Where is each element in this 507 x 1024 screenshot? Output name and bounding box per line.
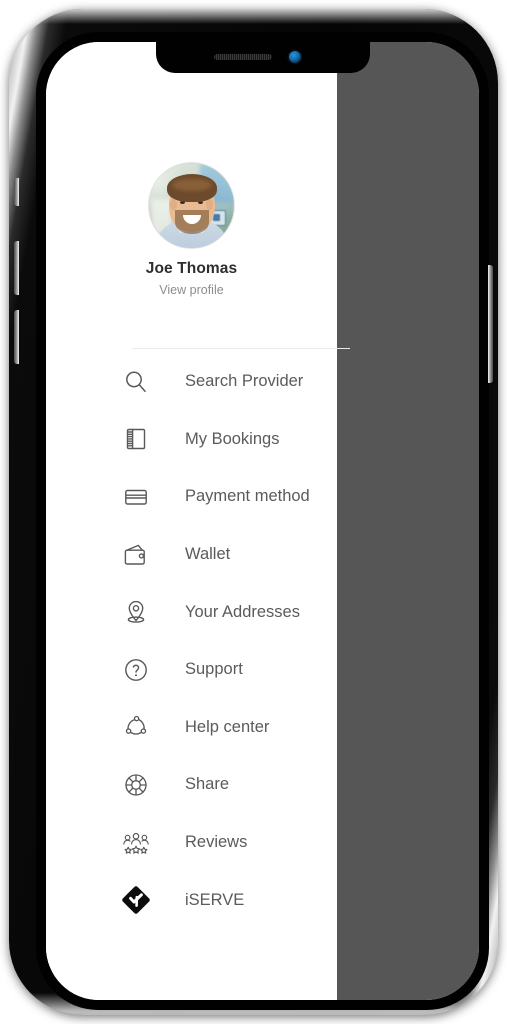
question-circle-icon bbox=[118, 652, 154, 688]
menu-item-label: Search Provider bbox=[185, 372, 304, 391]
drawer-menu: Search Provider My Bookings Payment meth… bbox=[46, 353, 337, 929]
avatar[interactable] bbox=[149, 163, 234, 248]
profile-name: Joe Thomas bbox=[145, 260, 238, 277]
power-button[interactable] bbox=[488, 265, 493, 383]
profile-divider bbox=[132, 348, 350, 349]
menu-item-label: Help center bbox=[185, 717, 270, 736]
menu-item-label: My Bookings bbox=[185, 429, 280, 448]
menu-item-label: Share bbox=[185, 775, 230, 794]
menu-item-label: iSERVE bbox=[185, 890, 245, 909]
menu-item-search-provider[interactable]: Search Provider bbox=[46, 353, 337, 411]
profile-header[interactable]: Joe Thomas View profile bbox=[46, 163, 337, 297]
menu-item-help-center[interactable]: Help center bbox=[46, 699, 337, 757]
menu-item-label: Support bbox=[185, 660, 243, 679]
menu-item-label: Your Addresses bbox=[185, 602, 300, 621]
avatar-photo bbox=[149, 163, 234, 248]
drawer-scrim-overlay[interactable] bbox=[337, 42, 479, 1000]
phone-bezel: Joe Thomas View profile Search Provider … bbox=[36, 32, 489, 1010]
silence-switch-button[interactable] bbox=[14, 178, 19, 206]
iserve-logo-icon bbox=[118, 882, 154, 918]
menu-item-your-addresses[interactable]: Your Addresses bbox=[46, 583, 337, 641]
menu-item-support[interactable]: Support bbox=[46, 641, 337, 699]
screenshot-canvas: Joe Thomas View profile Search Provider … bbox=[0, 0, 507, 1024]
navigation-drawer: Joe Thomas View profile Search Provider … bbox=[46, 42, 350, 1000]
credit-card-icon bbox=[118, 479, 154, 515]
front-camera-icon bbox=[288, 51, 301, 63]
menu-item-iserve[interactable]: iSERVE bbox=[46, 871, 337, 929]
menu-item-label: Reviews bbox=[185, 833, 248, 852]
volume-down-button[interactable] bbox=[14, 310, 19, 364]
volume-up-button[interactable] bbox=[14, 241, 19, 295]
network-nodes-icon bbox=[118, 709, 154, 745]
search-icon bbox=[118, 364, 154, 400]
wallet-icon bbox=[118, 537, 154, 573]
notch bbox=[155, 42, 370, 73]
phone-screen: Joe Thomas View profile Search Provider … bbox=[46, 42, 479, 1000]
map-pin-icon bbox=[118, 594, 154, 630]
menu-item-wallet[interactable]: Wallet bbox=[46, 526, 337, 584]
people-stars-icon bbox=[118, 825, 154, 861]
phone-body: Joe Thomas View profile Search Provider … bbox=[9, 9, 498, 1015]
menu-item-share[interactable]: Share bbox=[46, 756, 337, 814]
lifebuoy-icon bbox=[118, 767, 154, 803]
menu-item-payment-method[interactable]: Payment method bbox=[46, 468, 337, 526]
menu-item-reviews[interactable]: Reviews bbox=[46, 814, 337, 872]
menu-item-label: Payment method bbox=[185, 487, 310, 506]
speaker-grille-icon bbox=[213, 54, 272, 60]
notebook-icon bbox=[118, 421, 154, 457]
menu-item-label: Wallet bbox=[185, 545, 231, 564]
view-profile-link[interactable]: View profile bbox=[46, 283, 337, 297]
menu-item-my-bookings[interactable]: My Bookings bbox=[46, 411, 337, 469]
